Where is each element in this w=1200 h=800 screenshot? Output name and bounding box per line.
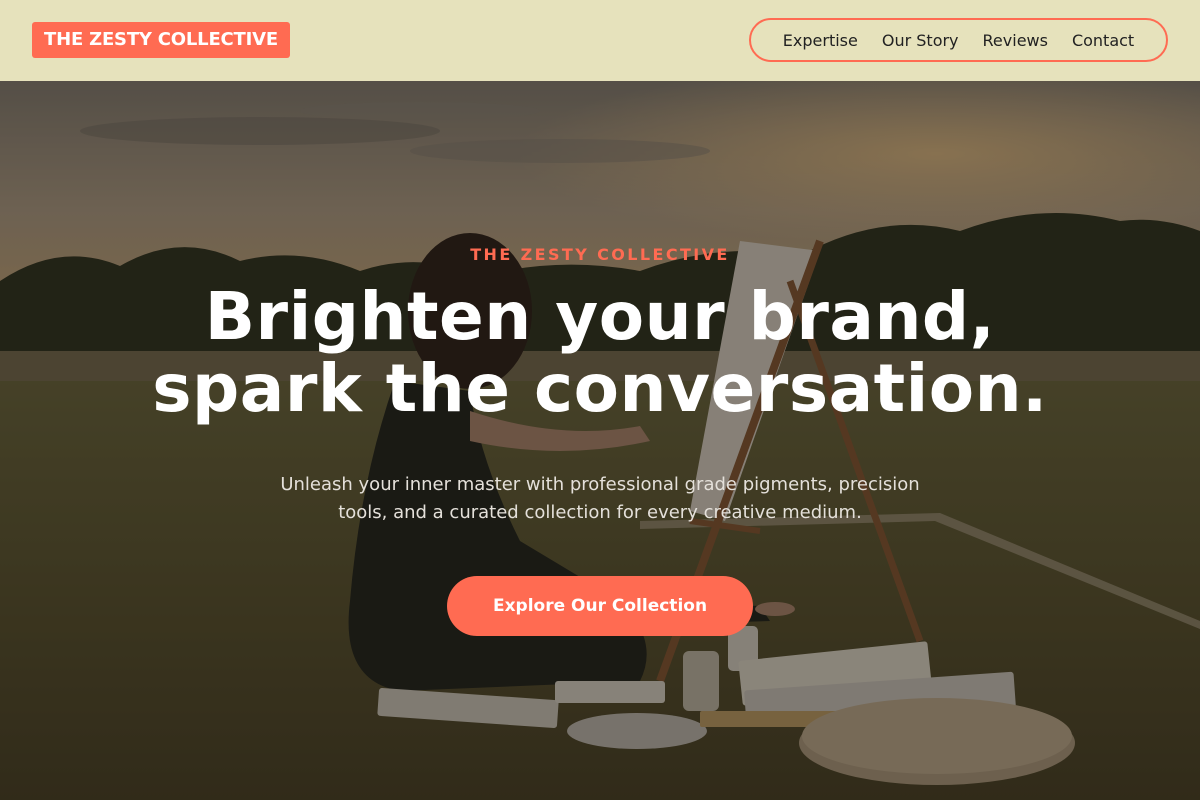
nav-link-reviews[interactable]: Reviews [971, 31, 1060, 50]
nav-link-contact[interactable]: Contact [1060, 31, 1146, 50]
hero-section: THE ZESTY COLLECTIVE Brighten your brand… [0, 81, 1200, 800]
main-nav: Expertise Our Story Reviews Contact [749, 18, 1168, 62]
hero-subtext: Unleash your inner master with professio… [280, 474, 920, 523]
hero-headline-line-1: Brighten your brand, [204, 278, 996, 355]
hero-headline-line-2: spark the conversation. [152, 350, 1048, 427]
nav-link-our-story[interactable]: Our Story [870, 31, 971, 50]
brand-logo[interactable]: THE ZESTY COLLECTIVE [32, 22, 290, 58]
hero-headline: Brighten your brand, spark the conversat… [0, 281, 1200, 425]
nav-link-expertise[interactable]: Expertise [771, 31, 870, 50]
site-header: THE ZESTY COLLECTIVE Expertise Our Story… [0, 0, 1200, 81]
hero-eyebrow: THE ZESTY COLLECTIVE [470, 245, 730, 264]
explore-collection-button[interactable]: Explore Our Collection [447, 576, 753, 636]
